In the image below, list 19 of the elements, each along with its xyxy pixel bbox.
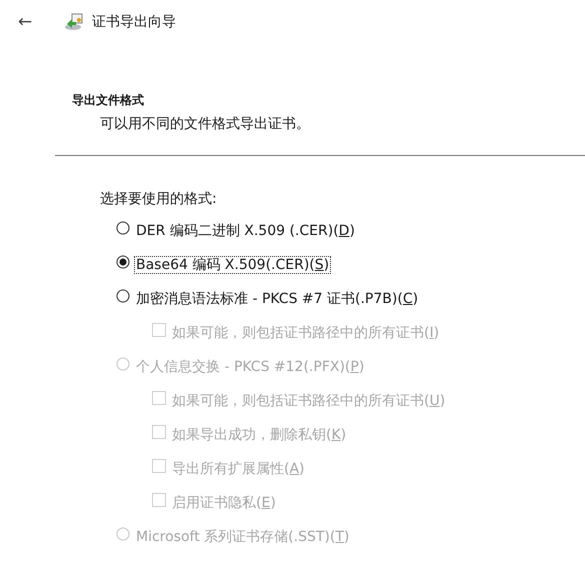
option-label: 启用证书隐私(E) <box>171 494 277 512</box>
option-label: Base64 编码 X.509(.CER)(S) <box>134 256 332 274</box>
option-label: 如果可能，则包括证书路径中的所有证书(U) <box>171 392 446 410</box>
option-label: 如果可能，则包括证书路径中的所有证书(I) <box>171 324 440 342</box>
option-label: DER 编码二进制 X.509 (.CER)(D) <box>135 222 356 240</box>
option-label: 加密消息语法标准 - PKCS #7 证书(.P7B)(C) <box>135 290 420 308</box>
page-description: 可以用不同的文件格式导出证书。 <box>100 115 311 133</box>
certificate-export-icon <box>64 12 84 32</box>
option-label: 个人信息交换 - PKCS #12(.PFX)(P) <box>135 358 366 376</box>
format-prompt: 选择要使用的格式: <box>100 190 218 208</box>
option-label: 如果导出成功，删除私钥(K) <box>171 426 348 444</box>
back-button[interactable]: ← <box>18 12 64 32</box>
radio-button[interactable] <box>116 255 130 269</box>
option-label: 导出所有扩展属性(A) <box>171 460 306 478</box>
page-heading: 导出文件格式 <box>72 92 145 109</box>
window-title: 证书导出向导 <box>92 13 176 31</box>
radio-button[interactable] <box>116 221 130 235</box>
option-label: Microsoft 系列证书存储(.SST)(T) <box>135 528 350 546</box>
radio-button[interactable] <box>116 289 130 303</box>
